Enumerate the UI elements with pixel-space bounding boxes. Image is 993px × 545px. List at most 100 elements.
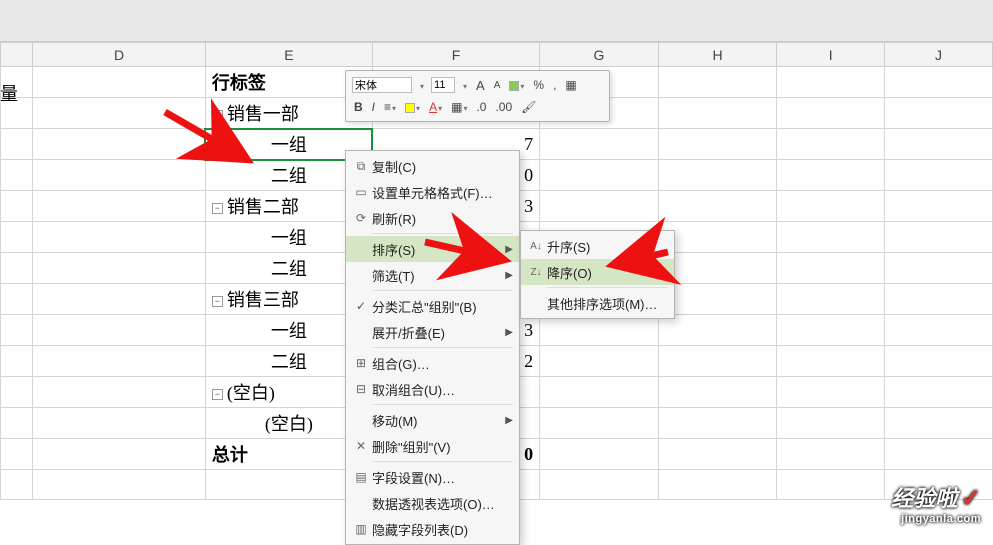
submenu-sort-more[interactable]: 其他排序选项(M)… bbox=[521, 290, 674, 316]
cell[interactable] bbox=[777, 98, 885, 129]
cell[interactable] bbox=[885, 439, 993, 470]
collapse-icon[interactable]: − bbox=[212, 203, 223, 214]
cell[interactable] bbox=[33, 253, 206, 284]
cell[interactable] bbox=[33, 67, 206, 98]
col-header-i[interactable]: I bbox=[777, 43, 885, 67]
fill-color-icon[interactable] bbox=[403, 100, 422, 114]
menu-move[interactable]: 移动(M)▶ bbox=[346, 407, 519, 433]
col-header-h[interactable]: H bbox=[658, 43, 777, 67]
col-header-g[interactable]: G bbox=[540, 43, 659, 67]
decrease-font-icon[interactable]: A bbox=[492, 80, 503, 91]
cell[interactable] bbox=[1, 470, 33, 500]
cell[interactable] bbox=[777, 284, 885, 315]
cell[interactable] bbox=[1, 191, 33, 222]
font-size-dropdown-icon[interactable] bbox=[460, 78, 469, 92]
collapse-icon[interactable]: − bbox=[212, 110, 223, 121]
cell[interactable] bbox=[885, 191, 993, 222]
cell[interactable] bbox=[658, 222, 777, 253]
cell[interactable] bbox=[540, 470, 659, 500]
cell[interactable] bbox=[777, 129, 885, 160]
col-header-f[interactable]: F bbox=[372, 43, 539, 67]
cell[interactable] bbox=[658, 98, 777, 129]
cell[interactable] bbox=[777, 253, 885, 284]
submenu-sort-asc[interactable]: A↓升序(S) bbox=[521, 233, 674, 259]
cell[interactable] bbox=[885, 408, 993, 439]
percent-icon[interactable]: % bbox=[531, 78, 546, 92]
cell[interactable] bbox=[885, 129, 993, 160]
cell[interactable] bbox=[885, 98, 993, 129]
cell[interactable] bbox=[33, 191, 206, 222]
menu-refresh[interactable]: ⟳刷新(R) bbox=[346, 205, 519, 231]
menu-expand[interactable]: 展开/折叠(E)▶ bbox=[346, 319, 519, 345]
cell[interactable] bbox=[1, 160, 33, 191]
cell[interactable] bbox=[1, 253, 33, 284]
cell[interactable] bbox=[540, 377, 659, 408]
cell[interactable] bbox=[33, 98, 206, 129]
cell[interactable] bbox=[777, 315, 885, 346]
cell[interactable] bbox=[885, 377, 993, 408]
cell[interactable] bbox=[885, 253, 993, 284]
cell[interactable] bbox=[885, 222, 993, 253]
font-name-input[interactable] bbox=[352, 77, 412, 93]
cell[interactable] bbox=[777, 439, 885, 470]
cell[interactable] bbox=[1, 408, 33, 439]
increase-font-icon[interactable]: A bbox=[474, 78, 487, 93]
cell[interactable] bbox=[33, 439, 206, 470]
cell[interactable] bbox=[33, 470, 206, 500]
col-header-j[interactable]: J bbox=[885, 43, 993, 67]
border-icon[interactable]: ▦ bbox=[563, 78, 578, 92]
col-header-d[interactable]: D bbox=[33, 43, 206, 67]
cell[interactable] bbox=[1, 346, 33, 377]
cell[interactable] bbox=[1, 439, 33, 470]
cell[interactable] bbox=[540, 315, 659, 346]
decimal-inc-icon[interactable]: .0 bbox=[474, 100, 488, 114]
menu-hide-field-list[interactable]: ▥隐藏字段列表(D) bbox=[346, 516, 519, 542]
cell[interactable] bbox=[658, 284, 777, 315]
cell[interactable] bbox=[885, 315, 993, 346]
cell[interactable] bbox=[658, 346, 777, 377]
cell[interactable] bbox=[777, 408, 885, 439]
collapse-icon[interactable]: − bbox=[212, 296, 223, 307]
bold-icon[interactable]: B bbox=[352, 100, 365, 114]
cell[interactable] bbox=[777, 160, 885, 191]
cell[interactable] bbox=[658, 191, 777, 222]
cell[interactable] bbox=[33, 408, 206, 439]
menu-ungroup[interactable]: ⊟取消组合(U)… bbox=[346, 376, 519, 402]
format-painter-icon[interactable]: 🖌 bbox=[519, 100, 538, 114]
font-name-dropdown-icon[interactable] bbox=[417, 78, 426, 92]
cell[interactable] bbox=[658, 377, 777, 408]
menu-pivot-options[interactable]: 数据透视表选项(O)… bbox=[346, 490, 519, 516]
font-size-input[interactable] bbox=[431, 77, 455, 93]
cell[interactable] bbox=[1, 129, 33, 160]
cell[interactable] bbox=[1, 284, 33, 315]
cell[interactable] bbox=[33, 222, 206, 253]
italic-icon[interactable]: I bbox=[370, 100, 377, 114]
cell[interactable] bbox=[33, 346, 206, 377]
cell[interactable] bbox=[33, 284, 206, 315]
menu-sort[interactable]: 排序(S)▶ bbox=[346, 236, 519, 262]
cell[interactable] bbox=[658, 67, 777, 98]
cell[interactable] bbox=[777, 67, 885, 98]
cell[interactable] bbox=[658, 253, 777, 284]
menu-copy[interactable]: ⧉复制(C) bbox=[346, 153, 519, 179]
cell[interactable] bbox=[33, 129, 206, 160]
cell[interactable] bbox=[885, 160, 993, 191]
cell[interactable] bbox=[658, 129, 777, 160]
cell[interactable] bbox=[658, 408, 777, 439]
menu-field-settings[interactable]: ▤字段设置(N)… bbox=[346, 464, 519, 490]
cell[interactable] bbox=[540, 191, 659, 222]
row-header-blank[interactable] bbox=[1, 43, 33, 67]
cell[interactable] bbox=[658, 160, 777, 191]
font-color-icon[interactable]: A bbox=[427, 100, 444, 114]
cell[interactable] bbox=[33, 377, 206, 408]
cell[interactable] bbox=[777, 470, 885, 500]
cell[interactable] bbox=[540, 408, 659, 439]
col-header-e[interactable]: E bbox=[205, 43, 372, 67]
collapse-icon[interactable]: − bbox=[212, 389, 223, 400]
cell[interactable] bbox=[777, 346, 885, 377]
cell[interactable] bbox=[885, 67, 993, 98]
cell[interactable] bbox=[540, 160, 659, 191]
cell[interactable] bbox=[885, 346, 993, 377]
cell[interactable] bbox=[658, 470, 777, 500]
number-format-icon[interactable] bbox=[507, 78, 526, 92]
